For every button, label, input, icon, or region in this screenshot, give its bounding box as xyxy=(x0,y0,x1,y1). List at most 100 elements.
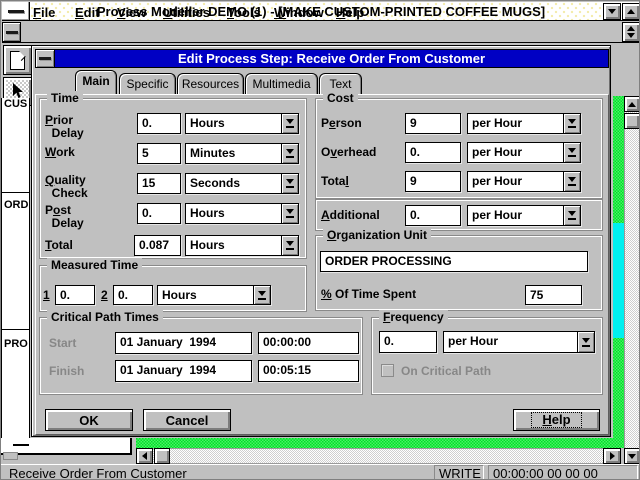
menu-utilities[interactable]: Utilities xyxy=(161,4,212,21)
work-label: Work xyxy=(45,146,75,159)
canvas-corner-chip xyxy=(3,452,18,460)
measured-2-label: 2 xyxy=(101,289,108,302)
dropdown-arrow-icon[interactable] xyxy=(563,143,580,162)
connector-line-fragment xyxy=(13,444,29,446)
time-group-label: Time xyxy=(47,91,83,105)
dialog-titlebar: Edit Process Step: Receive Order From Cu… xyxy=(35,49,609,68)
maximize-icon xyxy=(627,9,635,14)
dialog-system-menu-button[interactable] xyxy=(36,50,55,67)
additional-cost-unit-select[interactable]: per Hour xyxy=(467,205,581,226)
dropdown-arrow-icon[interactable] xyxy=(577,332,594,352)
swimlane-divider xyxy=(2,192,30,193)
dropdown-arrow-icon[interactable] xyxy=(253,286,270,304)
menu-bar xyxy=(2,21,640,43)
dropdown-arrow-icon[interactable] xyxy=(563,172,580,191)
swimlane-label: CUS xyxy=(4,98,30,110)
menu-window[interactable]: Window xyxy=(272,4,326,21)
frequency-input[interactable]: 0. xyxy=(379,331,437,353)
swimlane-label: PRO xyxy=(4,338,30,350)
diagram-cyan-band xyxy=(613,223,624,338)
horizontal-scrollbar[interactable] xyxy=(136,448,621,464)
frequency-group-label: Frequency xyxy=(379,310,448,324)
dropdown-arrow-icon[interactable] xyxy=(281,144,298,163)
dropdown-arrow-icon[interactable] xyxy=(563,114,580,133)
quality-check-input[interactable]: 15 xyxy=(137,173,181,194)
tab-resources[interactable]: Resources xyxy=(177,73,244,94)
person-cost-input[interactable]: 9 xyxy=(405,113,461,134)
overhead-cost-input[interactable]: 0. xyxy=(405,142,461,163)
vertical-scrollbar-thumb[interactable] xyxy=(624,113,640,129)
menu-view[interactable]: View xyxy=(115,4,148,21)
prior-delay-unit-select[interactable]: Hours xyxy=(185,113,299,134)
tab-specific[interactable]: Specific xyxy=(119,73,176,94)
maximize-button[interactable] xyxy=(622,3,640,20)
new-diagram-button[interactable] xyxy=(3,45,32,75)
person-cost-unit-select[interactable]: per Hour xyxy=(467,113,581,134)
frequency-unit-select[interactable]: per Hour xyxy=(443,331,595,353)
total-cost-unit-select[interactable]: per Hour xyxy=(467,171,581,192)
critical-path-times-group-label: Critical Path Times xyxy=(47,310,163,324)
dropdown-arrow-icon[interactable] xyxy=(281,114,298,133)
child-system-menu-button[interactable] xyxy=(2,22,21,42)
dropdown-arrow-icon[interactable] xyxy=(281,204,298,223)
measured-2-input[interactable]: 0. xyxy=(113,285,153,305)
scroll-right-button[interactable] xyxy=(603,448,621,464)
start-label: Start xyxy=(49,337,76,350)
diagram-green-band-horizontal xyxy=(136,438,623,448)
ok-button[interactable]: OK xyxy=(45,409,133,431)
overhead-cost-unit-select[interactable]: per Hour xyxy=(467,142,581,163)
canvas-bottom-strip xyxy=(1,438,132,455)
swimlane-label: ORD xyxy=(4,199,30,211)
swimlane-divider xyxy=(2,329,30,330)
timer-indicator: 00:00:00 00 00 00 xyxy=(488,465,638,480)
help-button[interactable]: Help xyxy=(513,409,600,431)
cancel-button[interactable]: Cancel xyxy=(143,409,231,431)
dropdown-arrow-icon[interactable] xyxy=(281,174,298,193)
post-delay-input[interactable]: 0. xyxy=(137,203,181,224)
help-button-label: Help xyxy=(531,412,581,428)
scroll-up-button[interactable] xyxy=(624,96,640,112)
measured-1-label: 1 xyxy=(43,289,50,302)
measured-unit-select[interactable]: Hours xyxy=(157,285,271,305)
dialog-title-area: Edit Process Step: Receive Order From Cu… xyxy=(55,50,608,67)
tab-multimedia[interactable]: Multimedia xyxy=(245,73,318,94)
scroll-down-button[interactable] xyxy=(624,448,640,464)
dropdown-arrow-icon[interactable] xyxy=(563,206,580,225)
finish-date-field[interactable]: 01 January 1994 xyxy=(115,360,252,382)
prior-delay-input[interactable]: 0. xyxy=(137,113,181,134)
total-cost-label: Total xyxy=(321,175,349,188)
total-time-input[interactable]: 0.087 xyxy=(134,235,181,256)
dialog-system-menu-icon xyxy=(39,57,51,60)
finish-label: Finish xyxy=(49,365,84,378)
critical-path-times-group: Critical Path Times xyxy=(39,317,363,395)
work-input[interactable]: 5 xyxy=(137,143,181,164)
child-restore-button[interactable] xyxy=(622,22,640,42)
measured-1-input[interactable]: 0. xyxy=(55,285,95,305)
menu-help[interactable]: Help xyxy=(334,4,366,21)
menu-edit[interactable]: Edit xyxy=(73,4,102,21)
total-cost-input[interactable]: 9 xyxy=(405,171,461,192)
child-system-menu-icon xyxy=(6,31,18,34)
horizontal-scrollbar-thumb[interactable] xyxy=(154,448,170,464)
total-time-unit-select[interactable]: Hours xyxy=(185,235,299,256)
prior-delay-label: Prior Delay xyxy=(45,114,84,140)
finish-time-field[interactable]: 00:05:15 xyxy=(258,360,359,382)
dropdown-arrow-icon[interactable] xyxy=(281,236,298,255)
new-page-icon xyxy=(10,51,25,70)
start-date-field[interactable]: 01 January 1994 xyxy=(115,332,252,354)
work-unit-select[interactable]: Minutes xyxy=(185,143,299,164)
menu-file[interactable]: File xyxy=(31,4,57,21)
additional-cost-label: Additional xyxy=(321,209,380,222)
additional-cost-input[interactable]: 0. xyxy=(405,205,461,226)
start-time-field[interactable]: 00:00:00 xyxy=(258,332,359,354)
dialog-title: Edit Process Step: Receive Order From Cu… xyxy=(178,51,485,66)
percent-time-spent-input[interactable]: 75 xyxy=(525,285,582,305)
post-delay-unit-select[interactable]: Hours xyxy=(185,203,299,224)
swimlane-header-column: CUS ORD PRO xyxy=(1,98,30,454)
quality-check-unit-select[interactable]: Seconds xyxy=(185,173,299,194)
vertical-scrollbar[interactable] xyxy=(624,96,640,464)
minimize-button[interactable] xyxy=(603,3,621,20)
scroll-left-button[interactable] xyxy=(136,448,153,464)
menu-tools[interactable]: Tools xyxy=(225,4,263,21)
organization-unit-input[interactable]: ORDER PROCESSING xyxy=(320,251,588,272)
